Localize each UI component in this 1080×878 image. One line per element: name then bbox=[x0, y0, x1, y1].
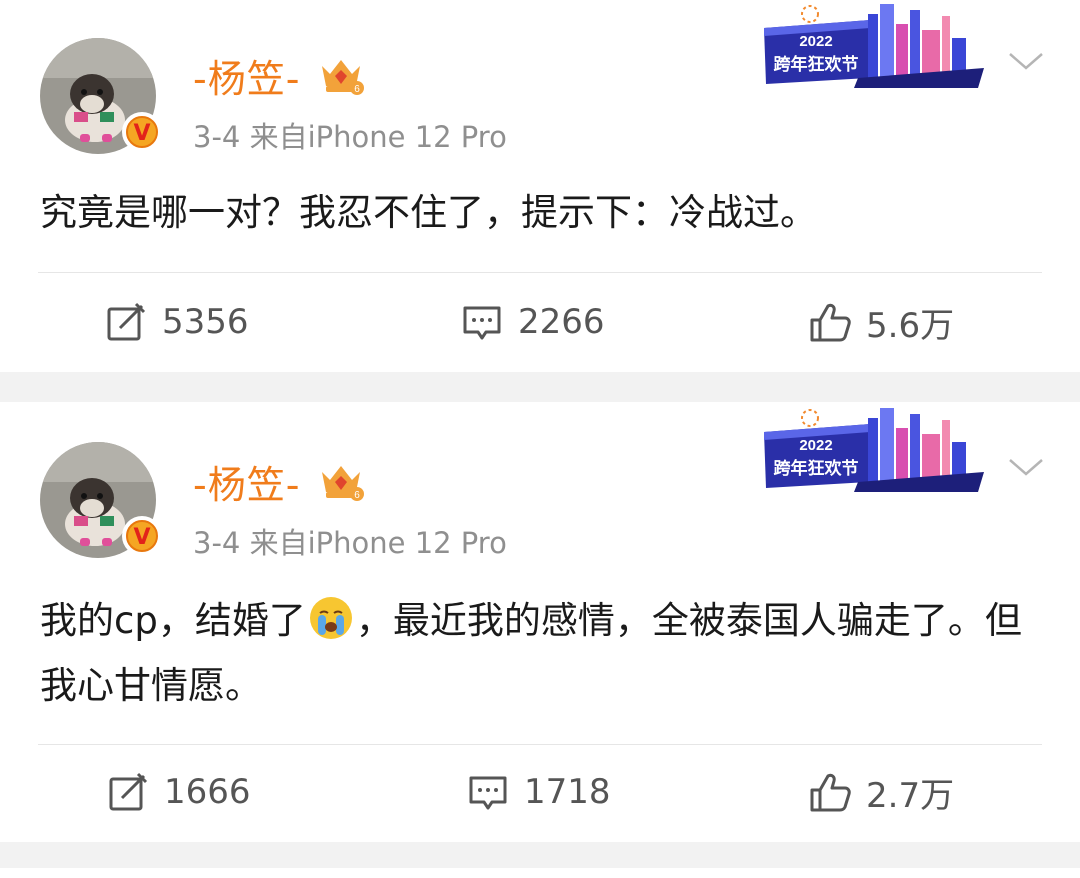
crown-icon: 6 bbox=[322, 60, 364, 95]
divider bbox=[38, 272, 1042, 273]
like-icon bbox=[810, 303, 851, 342]
like-icon bbox=[810, 773, 851, 812]
post-meta: 3-4 来自iPhone 12 Pro bbox=[193, 526, 507, 560]
chevron-down-icon[interactable] bbox=[1006, 46, 1046, 76]
repost-button[interactable]: 5356 bbox=[104, 297, 249, 347]
post-meta: 3-4 来自iPhone 12 Pro bbox=[193, 120, 507, 154]
weibo-post: V -杨笠- 6 3-4 来自iPhone 12 Pro 2022 跨年狂欢节 … bbox=[0, 402, 1080, 842]
year-end-festival-badge[interactable]: 2022 跨年狂欢节 bbox=[758, 408, 986, 492]
like-button[interactable]: 5.6万 bbox=[808, 297, 954, 347]
like-count: 5.6万 bbox=[866, 305, 955, 346]
comment-count: 1718 bbox=[524, 772, 611, 812]
crying-face-emoji bbox=[309, 597, 352, 639]
svg-text:2022: 2022 bbox=[799, 437, 832, 454]
post-content: 我的cp，结婚了 ，最近我的感情，全被泰国人骗走了。但我心甘情愿。 bbox=[40, 588, 1040, 718]
post-content-text: 我的cp，结婚了 bbox=[40, 599, 306, 642]
verified-icon: V bbox=[122, 516, 162, 556]
next-post-edge bbox=[0, 868, 1080, 878]
svg-text:跨年狂欢节: 跨年狂欢节 bbox=[774, 458, 859, 479]
chevron-down-icon[interactable] bbox=[1006, 452, 1046, 482]
svg-text:6: 6 bbox=[354, 84, 360, 95]
repost-count: 1666 bbox=[164, 772, 251, 812]
avatar[interactable]: V bbox=[40, 38, 162, 154]
comment-icon bbox=[463, 306, 501, 340]
crown-icon: 6 bbox=[322, 466, 364, 501]
year-end-festival-badge[interactable]: 2022 跨年狂欢节 bbox=[758, 4, 986, 88]
svg-text:2022: 2022 bbox=[799, 33, 832, 50]
divider bbox=[38, 744, 1042, 745]
repost-icon bbox=[107, 302, 146, 341]
like-button[interactable]: 2.7万 bbox=[808, 767, 954, 817]
weibo-post: V -杨笠- 6 3-4 来自iPhone 12 Pro 2022 跨年狂欢节 … bbox=[0, 0, 1080, 372]
comment-button[interactable]: 1718 bbox=[466, 767, 611, 817]
svg-text:6: 6 bbox=[354, 490, 360, 501]
comment-icon bbox=[469, 776, 507, 810]
comment-count: 2266 bbox=[518, 302, 605, 342]
repost-count: 5356 bbox=[162, 302, 249, 342]
username[interactable]: -杨笠- bbox=[193, 454, 300, 509]
repost-button[interactable]: 1666 bbox=[106, 767, 251, 817]
svg-text:跨年狂欢节: 跨年狂欢节 bbox=[774, 54, 859, 75]
post-content: 究竟是哪一对？我忍不住了，提示下：冷战过。 bbox=[40, 191, 817, 234]
repost-icon bbox=[109, 772, 148, 811]
username[interactable]: -杨笠- bbox=[193, 48, 300, 103]
comment-button[interactable]: 2266 bbox=[460, 297, 605, 347]
like-count: 2.7万 bbox=[866, 775, 955, 816]
verified-icon: V bbox=[122, 112, 162, 152]
avatar[interactable]: V bbox=[40, 442, 162, 558]
